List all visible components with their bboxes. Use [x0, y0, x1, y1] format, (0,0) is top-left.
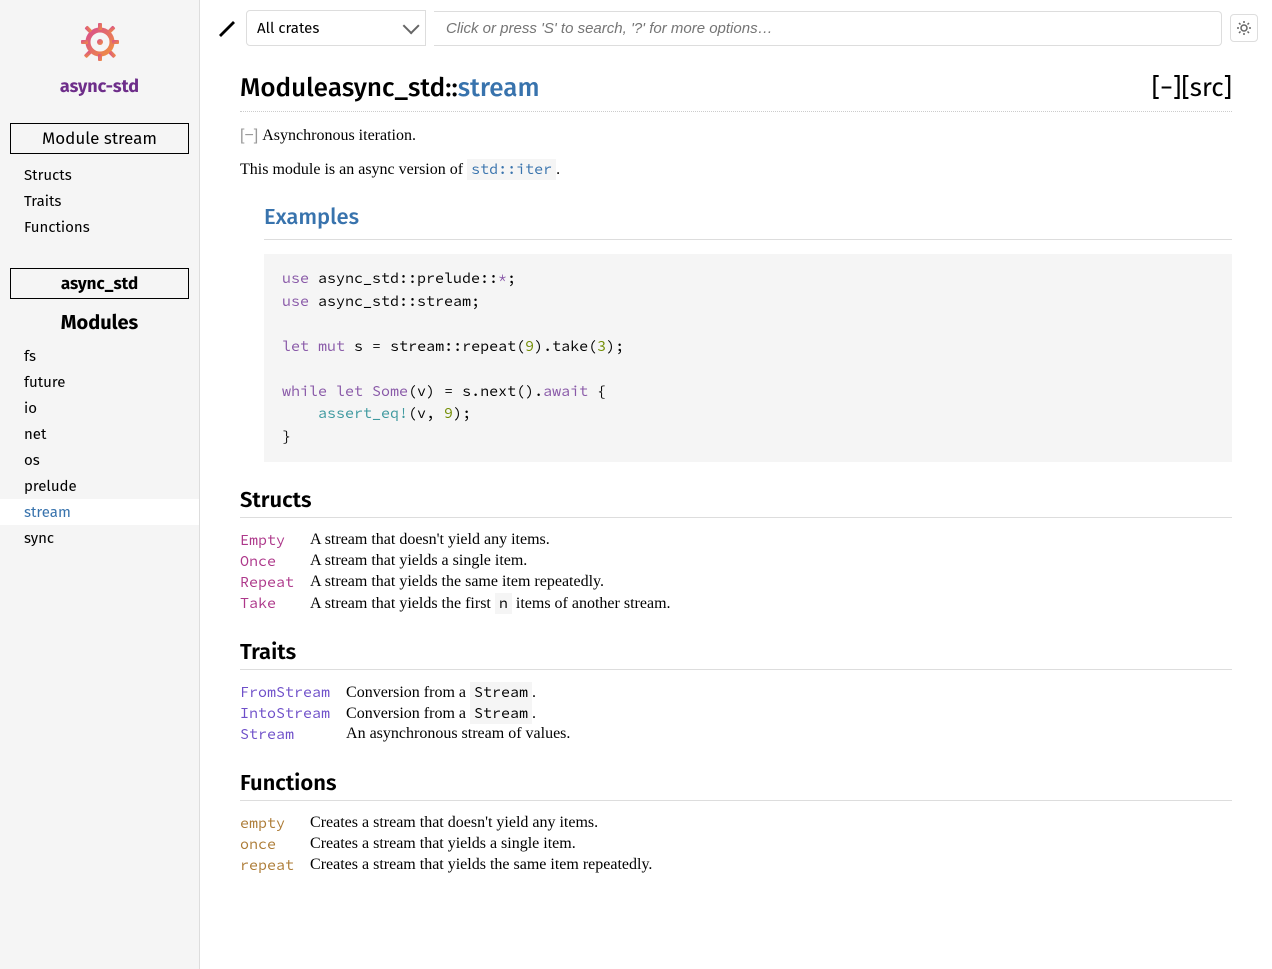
table-row: IntoStream Conversion from a Stream. [240, 703, 586, 724]
sidebar: async-std Module stream StructsTraitsFun… [0, 0, 200, 969]
content-area: Module async_std::stream [−][src] [−]Asy… [200, 56, 1272, 916]
logo-icon [78, 20, 122, 64]
src-link[interactable]: [src] [1181, 72, 1232, 103]
table-row: FromStream Conversion from a Stream. [240, 682, 586, 703]
struct-link-link[interactable]: Take [240, 594, 276, 613]
structs-table: Empty A stream that doesn't yield any ite… [240, 530, 687, 614]
sidebar-module-item[interactable]: stream [0, 499, 199, 525]
trait-link-link[interactable]: IntoStream [240, 704, 330, 723]
table-row: Once A stream that yields a single item. [240, 551, 687, 572]
sidebar-module-item[interactable]: fs [0, 343, 199, 369]
trait-link-link[interactable]: Stream [240, 725, 294, 744]
sidebar-module-item[interactable]: sync [0, 525, 199, 551]
struct-link-link[interactable]: Repeat [240, 573, 294, 592]
title-path[interactable]: async_std:: [328, 72, 458, 103]
sidebar-modules-list: fsfutureionetospreludestreamsync [0, 343, 199, 551]
item-desc: A stream that yields a single item. [310, 551, 687, 572]
table-row: Stream An asynchronous stream of values. [240, 724, 586, 745]
item-desc: Creates a stream that yields the same it… [310, 855, 668, 876]
trait-link-link[interactable]: FromStream [240, 683, 330, 702]
sidebar-module-item[interactable]: net [0, 421, 199, 447]
struct-link-link[interactable]: Empty [240, 531, 285, 550]
sidebar-module-heading[interactable]: Module stream [10, 123, 189, 154]
doc-toggle[interactable]: [−] [240, 127, 258, 144]
sidebar-modules-title: Modules [0, 311, 199, 335]
main-content: All crates Module async_std::stream [−][… [200, 0, 1272, 969]
settings-icon[interactable] [1230, 14, 1258, 42]
code-example: use async_std::prelude::*; use async_std… [264, 254, 1232, 462]
std-iter-link[interactable]: std::iter [467, 159, 556, 180]
search-input[interactable] [434, 11, 1222, 46]
traits-table: FromStreamConversion from a Stream.IntoS… [240, 682, 586, 745]
item-desc: A stream that doesn't yield any items. [310, 530, 687, 551]
crate-select[interactable]: All crates [246, 10, 426, 46]
traits-heading: Traits [240, 638, 1232, 670]
item-desc: Creates a stream that yields a single it… [310, 834, 668, 855]
table-row: empty Creates a stream that doesn't yield… [240, 813, 668, 834]
logo-text: async-std [10, 75, 189, 97]
doc-desc: This module is an async version of std::… [240, 161, 560, 178]
examples-heading[interactable]: Examples [264, 200, 1232, 240]
table-row: repeat Creates a stream that yields the s… [240, 855, 668, 876]
struct-link-link[interactable]: Once [240, 552, 276, 571]
item-desc: An asynchronous stream of values. [346, 724, 586, 745]
fn-link-link[interactable]: once [240, 835, 276, 854]
table-row: Take A stream that yields the first n ite… [240, 593, 687, 614]
fn-link-link[interactable]: repeat [240, 856, 294, 875]
sidebar-module-item[interactable]: os [0, 447, 199, 473]
item-desc: Creates a stream that doesn't yield any … [310, 813, 668, 834]
collapse-all-link[interactable]: [−] [1152, 72, 1182, 103]
sidebar-module-item[interactable]: io [0, 395, 199, 421]
sidebar-module-item[interactable]: prelude [0, 473, 199, 499]
functions-table: empty Creates a stream that doesn't yield… [240, 813, 668, 876]
table-row: Empty A stream that doesn't yield any ite… [240, 530, 687, 551]
structs-heading: Structs [240, 486, 1232, 518]
theme-picker-icon[interactable] [214, 16, 238, 40]
item-desc: A stream that yields the first n items o… [310, 593, 687, 614]
item-desc: Conversion from a Stream. [346, 703, 586, 724]
title-kind: Module [240, 72, 328, 103]
sidebar-sections: StructsTraitsFunctions [0, 162, 199, 240]
item-desc: A stream that yields the same item repea… [310, 572, 687, 593]
topbar: All crates [200, 0, 1272, 56]
docblock: [−]Asynchronous iteration. This module i… [240, 124, 1232, 462]
functions-heading: Functions [240, 769, 1232, 801]
doc-summary: Asynchronous iteration. [262, 127, 416, 144]
item-desc: Conversion from a Stream. [346, 682, 586, 703]
logo-area[interactable]: async-std [0, 0, 199, 107]
crate-select-label: All crates [257, 19, 319, 37]
sidebar-module-item[interactable]: future [0, 369, 199, 395]
sidebar-section-item[interactable]: Traits [0, 188, 199, 214]
title-module[interactable]: stream [458, 72, 540, 103]
sidebar-section-item[interactable]: Structs [0, 162, 199, 188]
sidebar-crate-heading[interactable]: async_std [10, 268, 189, 299]
title-right-links: [−][src] [1152, 72, 1232, 103]
fn-link-link[interactable]: empty [240, 814, 285, 833]
table-row: once Creates a stream that yields a singl… [240, 834, 668, 855]
sidebar-section-item[interactable]: Functions [0, 214, 199, 240]
page-title: Module async_std::stream [−][src] [240, 72, 1232, 112]
table-row: Repeat A stream that yields the same item… [240, 572, 687, 593]
